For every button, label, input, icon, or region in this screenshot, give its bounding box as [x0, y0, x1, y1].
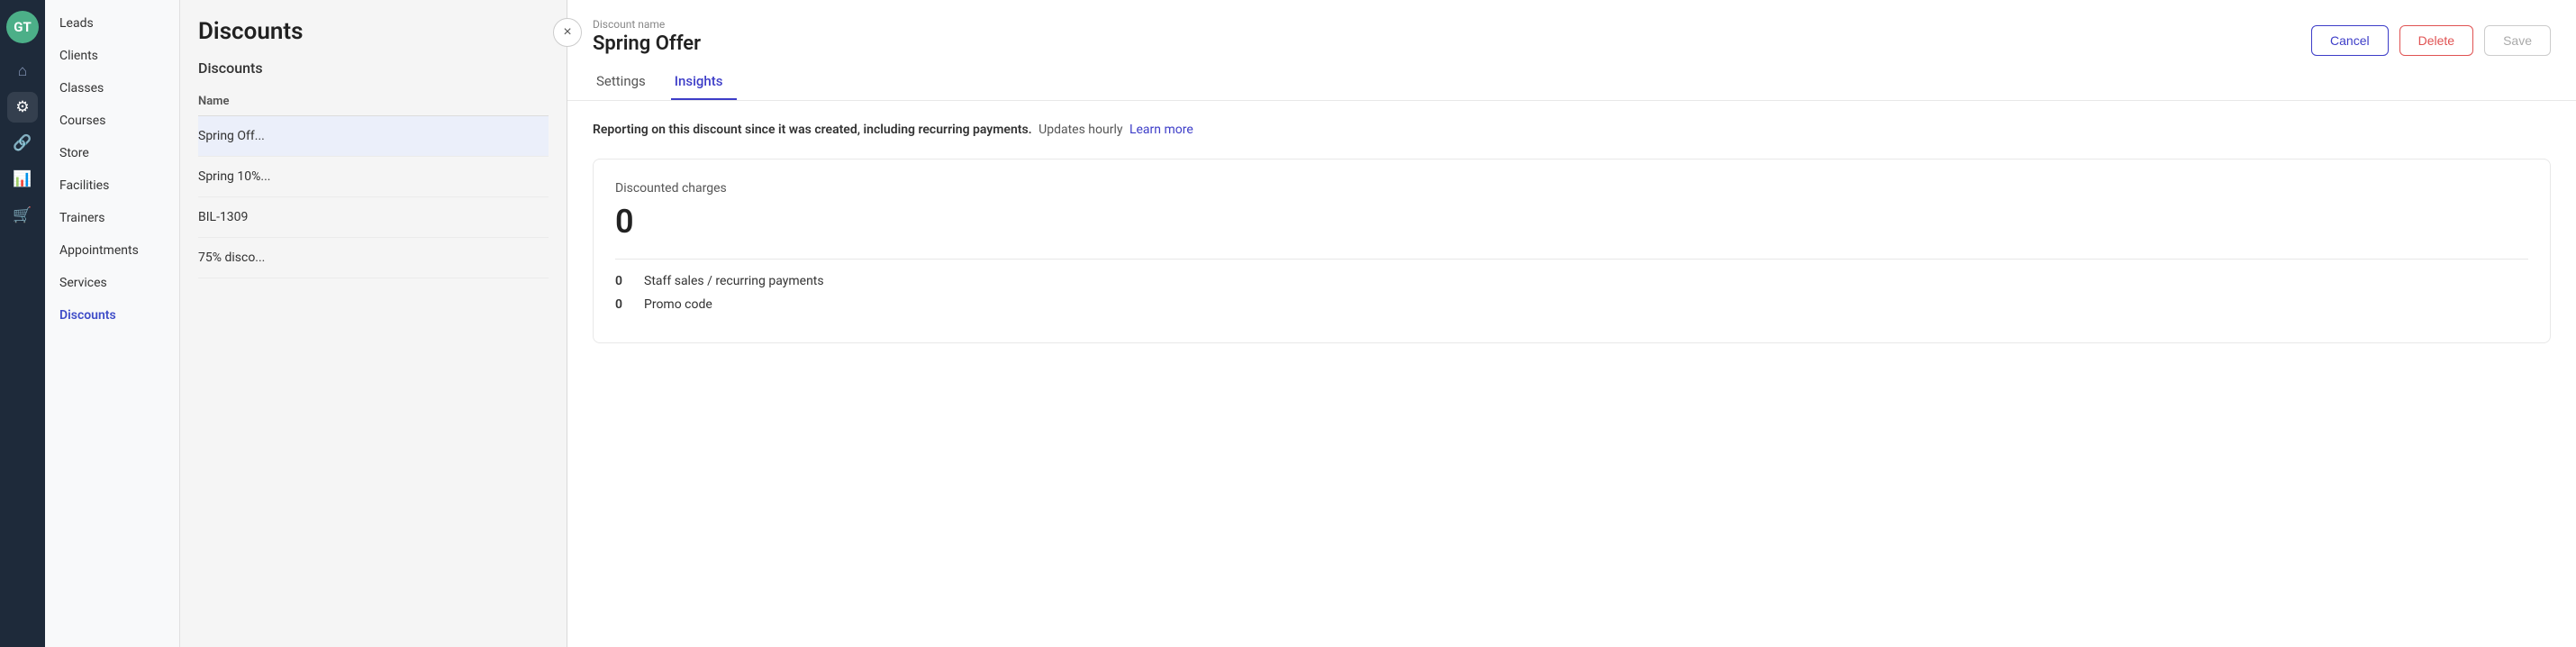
name-column-header: Name	[198, 95, 229, 108]
promo-code-label: Promo code	[644, 297, 712, 312]
insights-row-staff: 0 Staff sales / recurring payments	[615, 274, 2528, 288]
modal-tabs: Settings Insights	[593, 66, 748, 100]
insights-row-promo: 0 Promo code	[615, 297, 2528, 312]
insights-divider	[615, 259, 2528, 260]
list-item[interactable]: Spring Off...	[198, 116, 549, 157]
modal-header: Discount name Spring Offer Settings Insi…	[567, 0, 2576, 101]
insights-card: Discounted charges 0 0 Staff sales / rec…	[593, 159, 2551, 343]
cart-icon-btn[interactable]: 🛒	[7, 200, 38, 231]
discount-list-header: Name	[198, 87, 549, 116]
close-button[interactable]: ×	[553, 18, 582, 47]
modal-header-right: Cancel Delete Save	[2311, 18, 2551, 56]
modal-wrapper: × Discount name Spring Offer Settings In…	[567, 0, 2576, 647]
sidebar-nav-col: Leads Clients Classes Courses Store Faci…	[45, 0, 180, 647]
cancel-button[interactable]: Cancel	[2311, 25, 2389, 56]
reporting-bold-text: Reporting on this discount since it was …	[593, 123, 1032, 137]
discounted-charges-value: 0	[615, 203, 2528, 241]
sidebar-item-classes[interactable]: Classes	[45, 72, 179, 105]
tab-insights[interactable]: Insights	[671, 66, 738, 100]
sidebar-item-appointments[interactable]: Appointments	[45, 234, 179, 267]
learn-more-link[interactable]: Learn more	[1129, 123, 1193, 137]
list-item[interactable]: BIL-1309	[198, 197, 549, 238]
modal-title: Spring Offer	[593, 32, 748, 55]
staff-sales-value: 0	[615, 274, 633, 288]
sidebar-item-facilities[interactable]: Facilities	[45, 169, 179, 202]
tools-icon-btn[interactable]: ⚙	[7, 92, 38, 123]
sidebar-item-courses[interactable]: Courses	[45, 105, 179, 137]
sidebar-item-store[interactable]: Store	[45, 137, 179, 169]
modal-header-left: Discount name Spring Offer Settings Insi…	[593, 18, 748, 100]
discount-modal: × Discount name Spring Offer Settings In…	[567, 0, 2576, 647]
discount-name-label: Discount name	[593, 18, 748, 31]
reporting-banner: Reporting on this discount since it was …	[593, 123, 2551, 137]
page-wrapper: GT ⌂ ⚙ 🔗 📊 🛒 Leads Clients Classes Cours…	[0, 0, 2576, 647]
save-button[interactable]: Save	[2484, 25, 2551, 56]
chart-icon-btn[interactable]: 📊	[7, 164, 38, 195]
home-icon-btn[interactable]: ⌂	[7, 56, 38, 87]
sidebar-item-discounts[interactable]: Discounts	[45, 299, 179, 332]
discounts-title: Discounts	[198, 18, 549, 45]
discounted-charges-label: Discounted charges	[615, 181, 2528, 196]
list-item[interactable]: Spring 10%...	[198, 157, 549, 197]
sidebar-item-trainers[interactable]: Trainers	[45, 202, 179, 234]
sidebar-item-services[interactable]: Services	[45, 267, 179, 299]
sidebar-icon-col: GT ⌂ ⚙ 🔗 📊 🛒	[0, 0, 45, 647]
staff-sales-label: Staff sales / recurring payments	[644, 274, 824, 288]
sidebar-item-leads[interactable]: Leads	[45, 7, 179, 40]
list-item[interactable]: 75% disco...	[198, 238, 549, 278]
updates-hourly-text: Updates hourly	[1039, 123, 1122, 137]
discounts-list-panel: Discounts Discounts Name Spring Off... S…	[180, 0, 567, 647]
link-icon-btn[interactable]: 🔗	[7, 128, 38, 159]
discounts-subtitle: Discounts	[198, 59, 549, 77]
app-logo: GT	[6, 11, 39, 43]
delete-button[interactable]: Delete	[2399, 25, 2473, 56]
tab-settings[interactable]: Settings	[593, 66, 660, 100]
promo-code-value: 0	[615, 297, 633, 312]
sidebar-item-clients[interactable]: Clients	[45, 40, 179, 72]
modal-body: Reporting on this discount since it was …	[567, 101, 2576, 647]
